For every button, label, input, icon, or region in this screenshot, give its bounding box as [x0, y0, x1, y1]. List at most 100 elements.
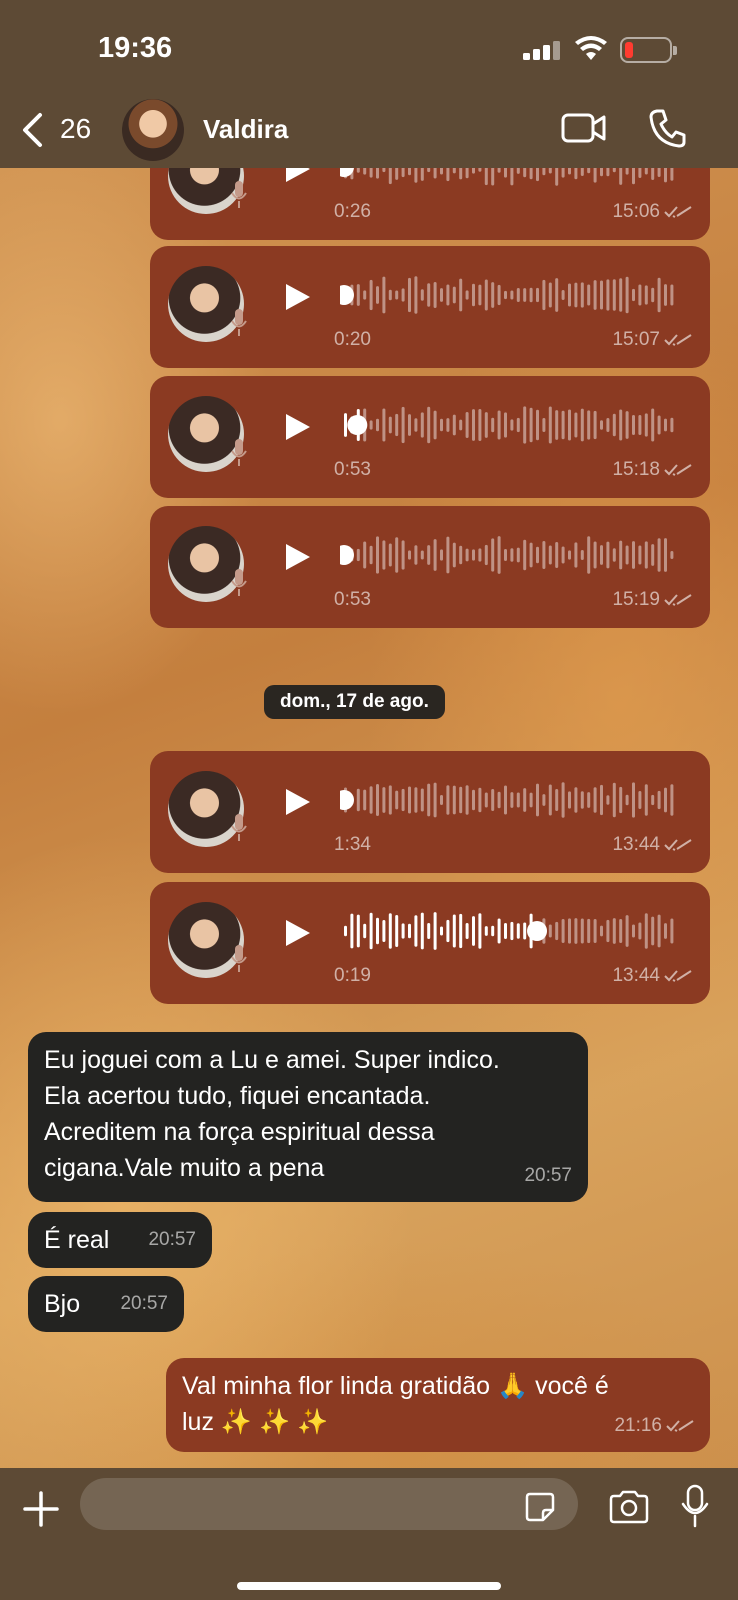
waveform-bar: [625, 276, 629, 314]
play-icon[interactable]: [284, 168, 312, 184]
waveform-bar: [497, 791, 501, 809]
waveform-bar: [401, 168, 405, 178]
play-icon[interactable]: [284, 542, 312, 572]
waveform-bar: [484, 792, 488, 808]
waveform-bar: [600, 420, 603, 430]
plus-icon[interactable]: [22, 1490, 60, 1528]
waveform-bar: [433, 912, 437, 950]
message-text: É real: [44, 1226, 110, 1254]
waveform-bar: [382, 919, 386, 943]
home-indicator: [237, 1582, 501, 1590]
waveform-bar: [433, 168, 437, 179]
unread-count[interactable]: 26: [60, 113, 91, 145]
contact-avatar[interactable]: [122, 99, 184, 161]
waveform-bar: [395, 914, 399, 948]
waveform-bar: [408, 923, 411, 939]
waveform-bar: [376, 286, 379, 304]
waveform-bar: [504, 923, 507, 939]
waveform-bar: [657, 914, 661, 948]
waveform[interactable]: [340, 910, 680, 952]
waveform-bar: [548, 406, 552, 444]
voice-message[interactable]: 0:19 13:44: [150, 882, 710, 1004]
waveform-bar: [644, 784, 648, 816]
waveform[interactable]: [340, 534, 680, 576]
play-icon[interactable]: [284, 918, 312, 948]
waveform-bar: [542, 168, 546, 176]
waveform-bar: [651, 916, 655, 946]
voice-message[interactable]: 0:53 15:18: [150, 376, 710, 498]
message-input[interactable]: [80, 1478, 578, 1530]
waveform-bar: [555, 278, 559, 312]
waveform-bar: [472, 409, 475, 441]
phone-call-icon[interactable]: [648, 108, 686, 148]
waveform-bar: [504, 548, 507, 562]
waveform-bar: [472, 916, 475, 946]
waveform-bar: [504, 785, 507, 815]
waveform-bar: [459, 786, 463, 814]
contact-name[interactable]: Valdira: [203, 114, 288, 145]
message-list[interactable]: 0:26 15:06 0:20 15:07 0:53 15:18 0:53 15…: [0, 168, 738, 1468]
waveform-bar: [465, 548, 469, 562]
wifi-icon: [575, 36, 607, 60]
waveform[interactable]: [340, 168, 680, 188]
playhead-knob: [347, 415, 368, 435]
waveform-bar: [625, 411, 629, 439]
waveform-bar: [664, 168, 667, 183]
waveform-bar: [440, 549, 443, 561]
incoming-message[interactable]: Bjo 20:57: [28, 1276, 184, 1332]
video-call-icon[interactable]: [561, 112, 607, 144]
message-time: 13:44: [612, 965, 692, 987]
battery-icon: [620, 37, 677, 63]
outgoing-message[interactable]: Val minha flor linda gratidão 🙏 você é l…: [166, 1358, 710, 1452]
waveform-bar: [427, 545, 431, 565]
waveform-bar: [510, 168, 514, 186]
waveform[interactable]: [340, 274, 680, 316]
waveform-bar: [664, 284, 667, 306]
waveform-bar: [587, 918, 591, 944]
waveform[interactable]: [340, 404, 680, 446]
read-ticks-icon: [664, 464, 692, 476]
waveform-bar: [568, 168, 571, 175]
waveform[interactable]: [340, 779, 680, 821]
waveform-bar: [414, 168, 418, 183]
microphone-icon[interactable]: [680, 1484, 710, 1528]
waveform-bar: [491, 538, 495, 572]
waveform-bar: [542, 279, 546, 311]
waveform-bar: [574, 282, 578, 308]
waveform-bar: [536, 287, 539, 303]
waveform-bar: [644, 413, 648, 437]
waveform-bar: [433, 282, 437, 308]
incoming-message[interactable]: Eu joguei com a Lu e amei. Super indico.…: [28, 1032, 588, 1202]
waveform-bar: [395, 413, 399, 437]
back-chevron-icon[interactable]: [20, 112, 44, 148]
play-icon[interactable]: [284, 282, 312, 312]
waveform-bar: [427, 168, 431, 173]
waveform-bar: [612, 548, 616, 562]
microphone-icon: [231, 569, 247, 596]
waveform-bar: [497, 168, 501, 173]
play-icon[interactable]: [284, 787, 312, 817]
waveform-bar: [523, 168, 527, 178]
waveform-bar: [670, 550, 674, 560]
waveform-bar: [478, 284, 482, 306]
camera-icon[interactable]: [608, 1490, 650, 1524]
read-ticks-icon: [666, 1420, 694, 1432]
voice-message[interactable]: 0:26 15:06: [150, 168, 710, 240]
waveform-bar: [587, 284, 591, 306]
waveform-bar: [593, 410, 597, 440]
play-icon[interactable]: [284, 412, 312, 442]
waveform-bar: [644, 541, 648, 569]
waveform-bar: [363, 923, 367, 939]
waveform-bar: [440, 926, 443, 936]
waveform-bar: [497, 536, 501, 574]
waveform-bar: [388, 168, 392, 185]
incoming-message[interactable]: É real 20:57: [28, 1212, 212, 1268]
waveform-bar: [420, 168, 424, 181]
voice-message[interactable]: 1:34 13:44: [150, 751, 710, 873]
voice-message[interactable]: 0:20 15:07: [150, 246, 710, 368]
sticker-icon[interactable]: [524, 1491, 556, 1523]
voice-message[interactable]: 0:53 15:19: [150, 506, 710, 628]
waveform-bar: [478, 548, 482, 562]
waveform-bar: [452, 414, 456, 436]
waveform-bar: [376, 536, 379, 574]
